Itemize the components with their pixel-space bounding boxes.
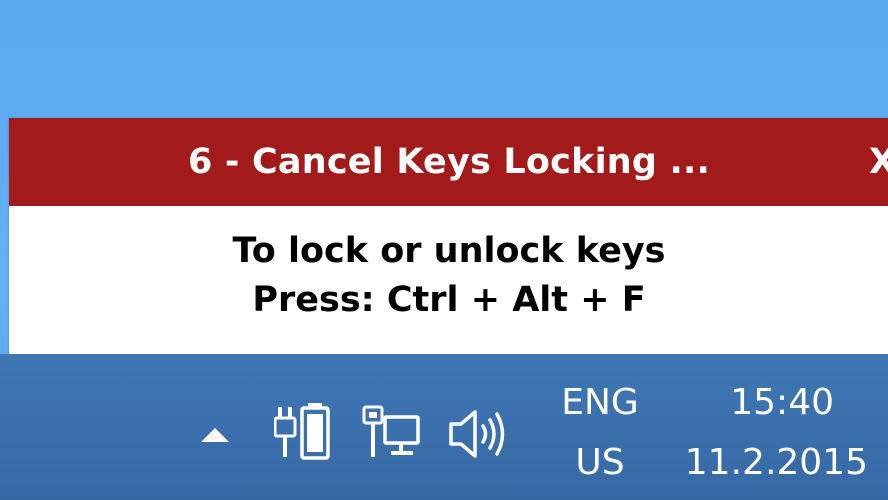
keys-locking-popup: 6 - Cancel Keys Locking ... X To lock or… [9, 118, 888, 354]
system-clock[interactable]: 15:40 11.2.2015 [685, 378, 878, 490]
popup-header: 6 - Cancel Keys Locking ... X [9, 118, 888, 206]
popup-title: 6 - Cancel Keys Locking ... [187, 142, 711, 182]
popup-close-button[interactable]: X [869, 118, 888, 206]
keyboard-layout-code: US [575, 442, 625, 483]
volume-icon[interactable] [447, 406, 511, 462]
battery-icon[interactable] [274, 401, 338, 463]
show-hidden-icons-chevron-up-icon[interactable] [197, 424, 233, 446]
popup-message-line2: Press: Ctrl + Alt + F [252, 280, 646, 320]
popup-body: To lock or unlock keys Press: Ctrl + Alt… [9, 206, 888, 354]
network-icon[interactable] [361, 403, 423, 465]
clock-time: 15:40 [730, 382, 834, 423]
clock-date: 11.2.2015 [684, 442, 868, 483]
input-language-indicator[interactable]: ENG US [555, 378, 645, 490]
taskbar: ENG US 15:40 11.2.2015 [0, 354, 888, 500]
popup-message-line1: To lock or unlock keys [232, 231, 666, 271]
language-code: ENG [561, 382, 639, 423]
